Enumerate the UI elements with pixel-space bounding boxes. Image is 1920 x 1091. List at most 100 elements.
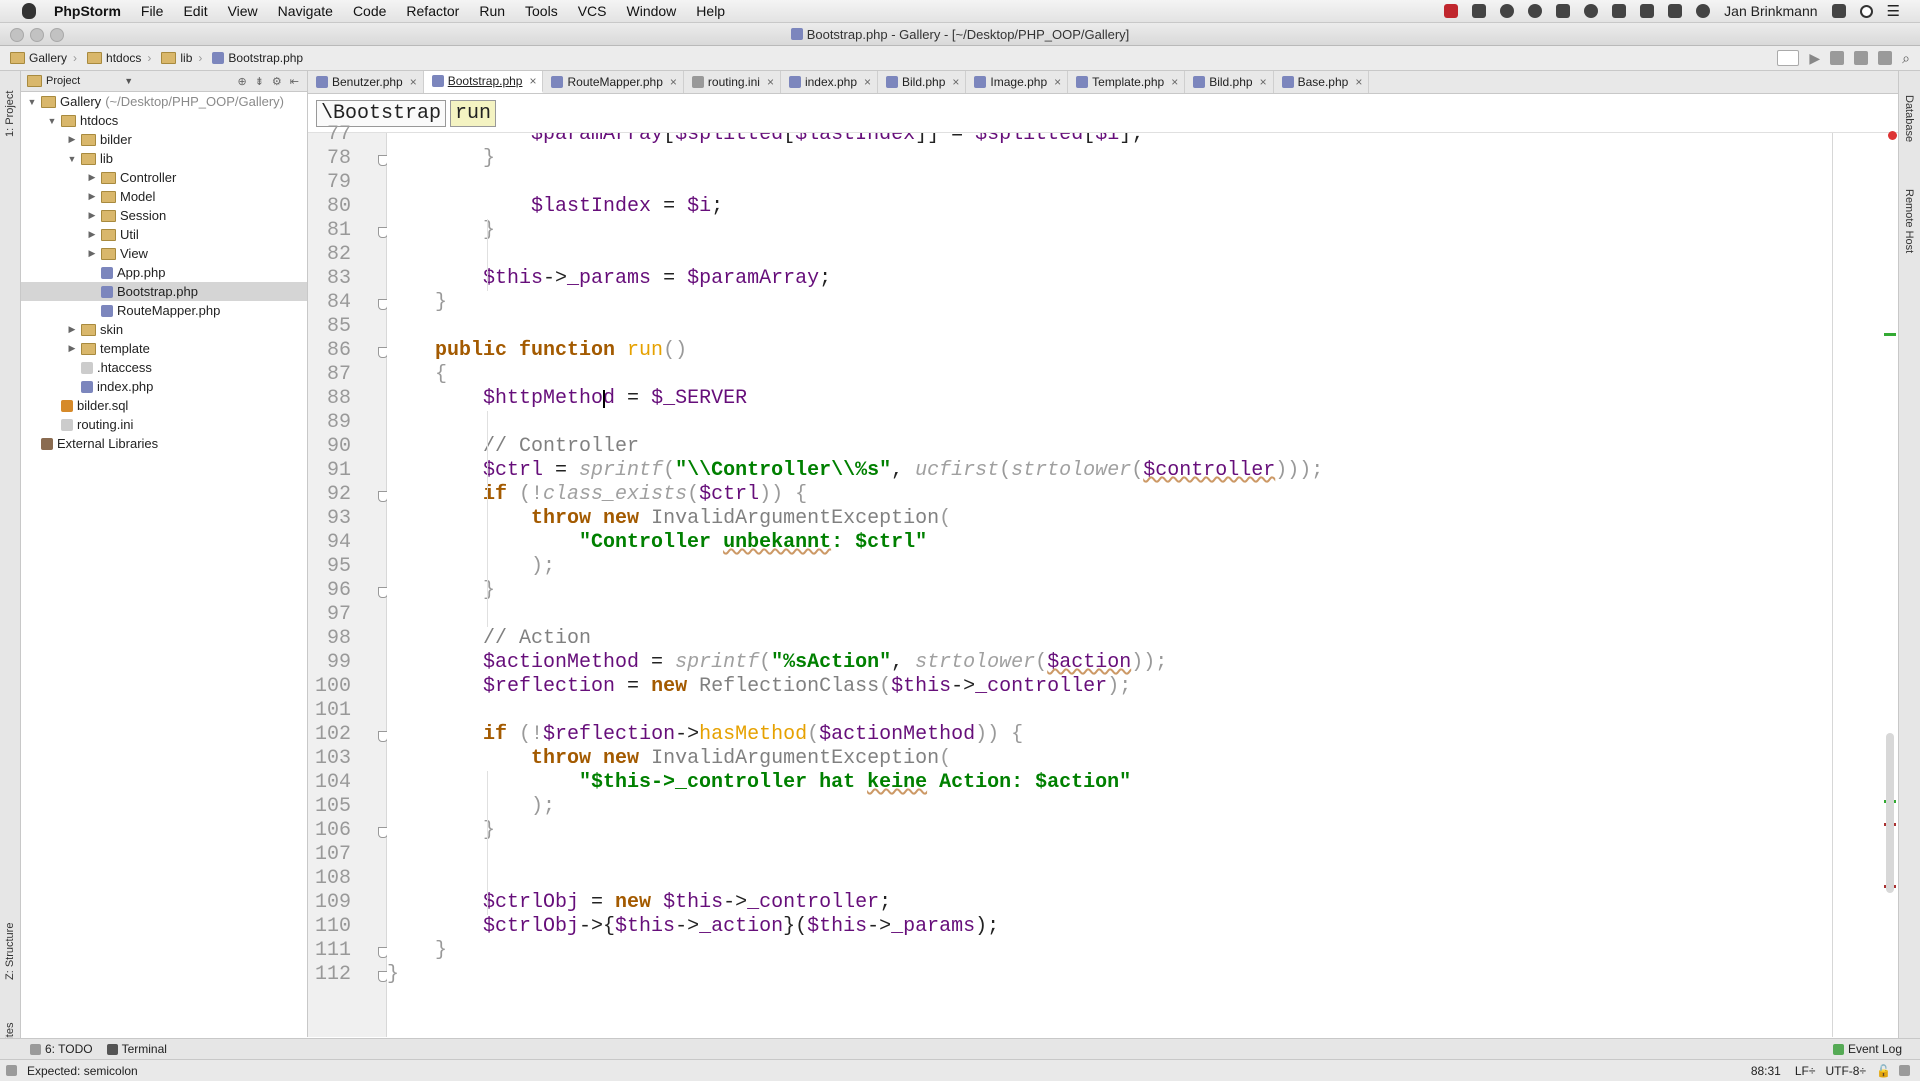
close-tab-icon[interactable]: × xyxy=(1355,75,1362,89)
collapsed-arrow-icon[interactable]: ▶ xyxy=(67,343,77,354)
breadcrumb-item[interactable]: lib › xyxy=(161,51,202,65)
code-line[interactable]: throw new InvalidArgumentException( xyxy=(387,747,951,771)
editor-tab[interactable]: index.php × xyxy=(781,71,879,93)
line-number[interactable]: 81 xyxy=(308,219,351,243)
code-line[interactable]: public function run() xyxy=(387,339,687,363)
breadcrumb-method[interactable]: run xyxy=(450,99,497,127)
database-tool-button[interactable]: Database xyxy=(1899,79,1919,159)
line-number[interactable]: 110 xyxy=(308,915,351,939)
line-number[interactable]: 96 xyxy=(308,579,351,603)
tree-item[interactable]: ▶ Model xyxy=(21,187,307,206)
tree-item[interactable]: index.php xyxy=(21,377,307,396)
collapse-all-icon[interactable]: ⇟ xyxy=(255,75,264,88)
line-number[interactable]: 80 xyxy=(308,195,351,219)
run-icon[interactable]: ▶ xyxy=(1809,50,1820,67)
editor-tab[interactable]: Bootstrap.php × xyxy=(423,71,544,93)
code-line[interactable]: ); xyxy=(387,795,555,819)
line-number[interactable]: 77 xyxy=(308,123,351,147)
scrollbar-thumb[interactable] xyxy=(1886,733,1894,893)
collapsed-arrow-icon[interactable]: ▶ xyxy=(87,210,97,221)
line-number[interactable]: 78 xyxy=(308,147,351,171)
code-line[interactable]: if (!class_exists($ctrl)) { xyxy=(387,483,807,507)
code-line[interactable]: $paramArray[$splitted[$lastIndex]] = $sp… xyxy=(387,133,1143,147)
line-number[interactable]: 101 xyxy=(308,699,351,723)
project-view-selector[interactable]: Project xyxy=(46,75,80,87)
error-indicator-icon[interactable] xyxy=(1888,131,1897,140)
breadcrumb-item[interactable]: Bootstrap.php xyxy=(212,51,303,65)
tree-item[interactable]: Bootstrap.php xyxy=(21,282,307,301)
run-config-dropdown[interactable] xyxy=(1777,50,1800,66)
editor-tab[interactable]: Bild.php × xyxy=(878,71,967,93)
tree-item[interactable]: ▶ Session xyxy=(21,206,307,225)
collapsed-arrow-icon[interactable]: ▶ xyxy=(87,248,97,259)
line-number[interactable]: 84 xyxy=(308,291,351,315)
code-line[interactable]: "$this->_controller hat keine Action: $a… xyxy=(387,771,1131,795)
line-number[interactable]: 105 xyxy=(308,795,351,819)
tree-item[interactable]: ▶ View xyxy=(21,244,307,263)
tree-item[interactable]: bilder.sql xyxy=(21,396,307,415)
code-line[interactable]: $reflection = new ReflectionClass($this-… xyxy=(387,675,1131,699)
editor-tab[interactable]: Base.php × xyxy=(1274,71,1370,93)
project-tool-button[interactable]: 1: Project xyxy=(0,79,20,149)
editor-tab[interactable]: Benutzer.php × xyxy=(308,71,424,93)
tree-item[interactable]: ▶ template xyxy=(21,339,307,358)
tree-item[interactable]: RouteMapper.php xyxy=(21,301,307,320)
menu-vcs[interactable]: VCS xyxy=(578,3,607,19)
editor-tab[interactable]: Bild.php × xyxy=(1185,71,1274,93)
info-icon[interactable] xyxy=(1584,4,1599,18)
line-number[interactable]: 98 xyxy=(308,627,351,651)
minimize-window-button[interactable] xyxy=(30,28,44,42)
tree-item[interactable]: .htaccess xyxy=(21,358,307,377)
code-line[interactable]: ); xyxy=(387,555,555,579)
debug-icon[interactable] xyxy=(1830,51,1845,65)
vcs-icon[interactable] xyxy=(1878,51,1893,65)
line-number[interactable]: 94 xyxy=(308,531,351,555)
code-line[interactable]: } xyxy=(387,147,495,171)
code-line[interactable]: } xyxy=(387,939,447,963)
tree-item[interactable]: ▼ lib xyxy=(21,149,307,168)
line-number[interactable]: 91 xyxy=(308,459,351,483)
code-line[interactable]: } xyxy=(387,963,399,987)
close-tab-icon[interactable]: × xyxy=(1260,75,1267,89)
close-window-button[interactable] xyxy=(10,28,24,42)
menu-run[interactable]: Run xyxy=(479,3,505,19)
line-number[interactable]: 106 xyxy=(308,819,351,843)
menu-code[interactable]: Code xyxy=(353,3,386,19)
listen-debug-icon[interactable] xyxy=(1854,51,1869,65)
tree-item[interactable]: ▶ Util xyxy=(21,225,307,244)
event-log-button[interactable]: Event Log xyxy=(1832,1042,1902,1056)
line-number[interactable]: 103 xyxy=(308,747,351,771)
search-everywhere-icon[interactable]: ⌕ xyxy=(1902,50,1910,67)
editor-tab[interactable]: routing.ini × xyxy=(684,71,781,93)
line-number[interactable]: 104 xyxy=(308,771,351,795)
close-tab-icon[interactable]: × xyxy=(529,74,536,88)
cloud-icon[interactable] xyxy=(1528,4,1543,18)
code-line[interactable]: } xyxy=(387,819,495,843)
file-encoding[interactable]: UTF-8÷ xyxy=(1825,1064,1866,1078)
expanded-arrow-icon[interactable]: ▼ xyxy=(67,154,77,164)
line-number[interactable]: 97 xyxy=(308,603,351,627)
inspector-icon[interactable] xyxy=(1899,1065,1910,1076)
breadcrumb-item[interactable]: htdocs › xyxy=(87,51,151,65)
code-line[interactable]: // Controller xyxy=(387,435,639,459)
line-number[interactable]: 109 xyxy=(308,891,351,915)
code-line[interactable]: $ctrlObj->{$this->_action}($this->_param… xyxy=(387,915,999,939)
hide-panel-icon[interactable]: ⇤ xyxy=(290,75,299,88)
evernote-icon[interactable] xyxy=(1500,4,1515,18)
tree-item[interactable]: ▶ bilder xyxy=(21,130,307,149)
code-line[interactable]: $httpMethod = $_SERVER xyxy=(387,387,747,411)
menu-view[interactable]: View xyxy=(228,3,258,19)
line-number[interactable]: 107 xyxy=(308,843,351,867)
line-number[interactable]: 102 xyxy=(308,723,351,747)
expanded-arrow-icon[interactable]: ▼ xyxy=(47,116,57,126)
spotlight-search-icon[interactable] xyxy=(1859,4,1873,18)
line-number[interactable]: 108 xyxy=(308,867,351,891)
code-line[interactable]: $actionMethod = sprintf("%sAction", strt… xyxy=(387,651,1167,675)
close-tab-icon[interactable]: × xyxy=(670,75,677,89)
settings-gear-icon[interactable]: ⚙ xyxy=(272,75,282,88)
close-tab-icon[interactable]: × xyxy=(864,75,871,89)
collapsed-arrow-icon[interactable]: ▶ xyxy=(67,324,77,335)
app-menu[interactable]: PhpStorm xyxy=(54,3,121,19)
line-number[interactable]: 95 xyxy=(308,555,351,579)
code-line[interactable]: throw new InvalidArgumentException( xyxy=(387,507,951,531)
